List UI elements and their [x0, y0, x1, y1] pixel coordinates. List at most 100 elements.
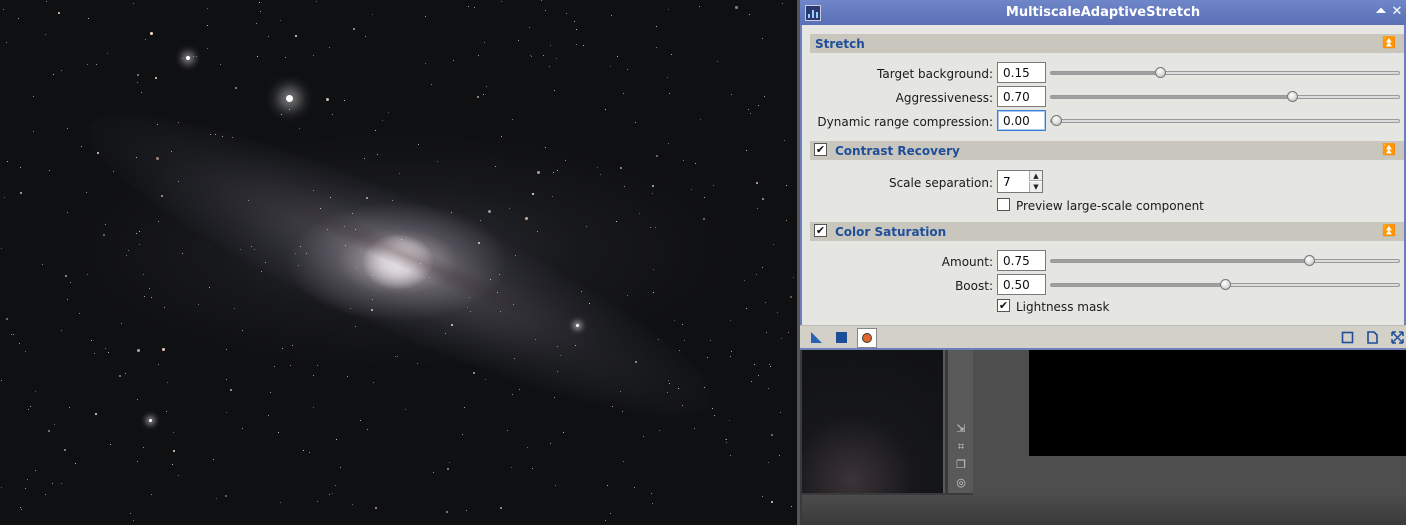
amount-input[interactable]: 0.75	[997, 250, 1046, 271]
star	[769, 364, 770, 365]
fit-view-icon[interactable]: ⌗	[955, 441, 967, 453]
spin-up-icon[interactable]: ▲	[1029, 171, 1042, 181]
scale-separation-spinbox[interactable]: 7 ▲ ▼	[997, 170, 1043, 193]
dynamic-range-compression-slider[interactable]	[1050, 115, 1400, 126]
lightness-mask-label[interactable]: Lightness mask	[1016, 300, 1110, 314]
double-up-chevron-icon[interactable]: ⏫	[1382, 143, 1396, 156]
star	[137, 74, 139, 76]
section-color-saturation-header[interactable]: ✔ Color Saturation ⏫	[810, 222, 1404, 241]
double-up-chevron-icon[interactable]: ⏫	[1382, 36, 1396, 49]
documentation-icon[interactable]	[1365, 330, 1380, 345]
star	[746, 308, 747, 309]
star	[1, 487, 2, 488]
slider-handle[interactable]	[1155, 67, 1166, 78]
star	[172, 464, 173, 465]
preview-large-scale-checkbox[interactable]	[997, 198, 1010, 211]
star	[550, 443, 551, 444]
real-time-preview-icon[interactable]	[857, 328, 877, 348]
star	[42, 264, 43, 265]
dynamic-range-compression-input[interactable]: 0.00	[997, 110, 1046, 131]
reset-icon[interactable]	[1340, 330, 1355, 345]
star	[545, 10, 546, 11]
lightness-mask-checkbox[interactable]: ✔	[997, 299, 1010, 312]
star	[749, 14, 750, 15]
star	[497, 292, 498, 293]
amount-slider[interactable]	[1050, 255, 1400, 266]
target-background-input[interactable]: 0.15	[997, 62, 1046, 83]
star	[226, 349, 227, 350]
new-instance-icon[interactable]	[809, 330, 824, 345]
star	[684, 340, 685, 341]
star	[87, 274, 88, 275]
apply-global-icon[interactable]	[834, 330, 849, 345]
star	[756, 274, 757, 275]
star	[605, 520, 606, 521]
close-icon[interactable]: ✕	[1389, 4, 1405, 20]
preview-large-scale-label[interactable]: Preview large-scale component	[1016, 199, 1204, 213]
star	[437, 161, 438, 162]
star	[473, 372, 475, 374]
star	[766, 332, 767, 333]
image-canvas[interactable]	[1029, 350, 1406, 456]
slider-handle[interactable]	[1287, 91, 1298, 102]
star	[220, 64, 221, 65]
star	[656, 47, 657, 48]
star	[268, 415, 269, 416]
double-up-chevron-icon[interactable]: ⏫	[1382, 224, 1396, 237]
target-icon[interactable]: ◎	[955, 477, 967, 489]
star	[467, 307, 468, 308]
star	[213, 459, 214, 460]
boost-slider[interactable]	[1050, 279, 1400, 290]
star	[143, 447, 144, 448]
star	[556, 58, 557, 59]
star	[356, 267, 357, 268]
star	[67, 212, 68, 213]
star	[726, 442, 727, 443]
boost-input[interactable]: 0.50	[997, 274, 1046, 295]
clone-view-icon[interactable]: ❐	[955, 459, 967, 471]
image-view[interactable]	[973, 350, 1406, 495]
star	[375, 507, 377, 509]
aggressiveness-label: Aggressiveness:	[895, 91, 993, 105]
bright-star	[285, 94, 293, 102]
star	[726, 439, 727, 440]
star	[380, 267, 381, 268]
expand-icon[interactable]	[1390, 330, 1405, 345]
star	[7, 161, 8, 162]
shade-icon[interactable]: ⏶	[1373, 4, 1389, 20]
star	[265, 262, 266, 263]
star	[405, 409, 406, 410]
image-thumbnail[interactable]	[802, 350, 945, 493]
star	[652, 503, 653, 504]
aggressiveness-slider[interactable]	[1050, 91, 1400, 102]
slider-handle[interactable]	[1304, 255, 1315, 266]
star	[397, 356, 398, 357]
star	[635, 361, 637, 363]
section-contrast-recovery-header[interactable]: ✔ Contrast Recovery ⏫	[810, 141, 1404, 160]
star	[285, 57, 286, 58]
slider-handle[interactable]	[1220, 279, 1231, 290]
star	[791, 506, 792, 507]
aggressiveness-input[interactable]: 0.70	[997, 86, 1046, 107]
star	[6, 318, 8, 320]
star	[364, 158, 365, 159]
star	[52, 483, 53, 484]
dialog-titlebar[interactable]: MultiscaleAdaptiveStretch ⏶ ✕	[800, 0, 1406, 25]
contrast-recovery-checkbox[interactable]: ✔	[814, 143, 827, 156]
star	[779, 455, 780, 456]
spin-down-icon[interactable]: ▼	[1029, 182, 1042, 192]
target-background-slider[interactable]	[1050, 67, 1400, 78]
color-saturation-checkbox[interactable]: ✔	[814, 224, 827, 237]
star	[762, 496, 763, 497]
star	[256, 23, 257, 24]
star	[611, 15, 612, 16]
zoom-to-fit-icon[interactable]: ⇲	[955, 423, 967, 435]
slider-handle[interactable]	[1051, 115, 1062, 126]
star	[173, 432, 174, 433]
star	[377, 154, 378, 155]
star	[652, 185, 654, 187]
section-stretch-header[interactable]: Stretch ⏫	[810, 34, 1404, 53]
star	[669, 93, 670, 94]
star	[53, 74, 54, 75]
star	[500, 507, 502, 509]
